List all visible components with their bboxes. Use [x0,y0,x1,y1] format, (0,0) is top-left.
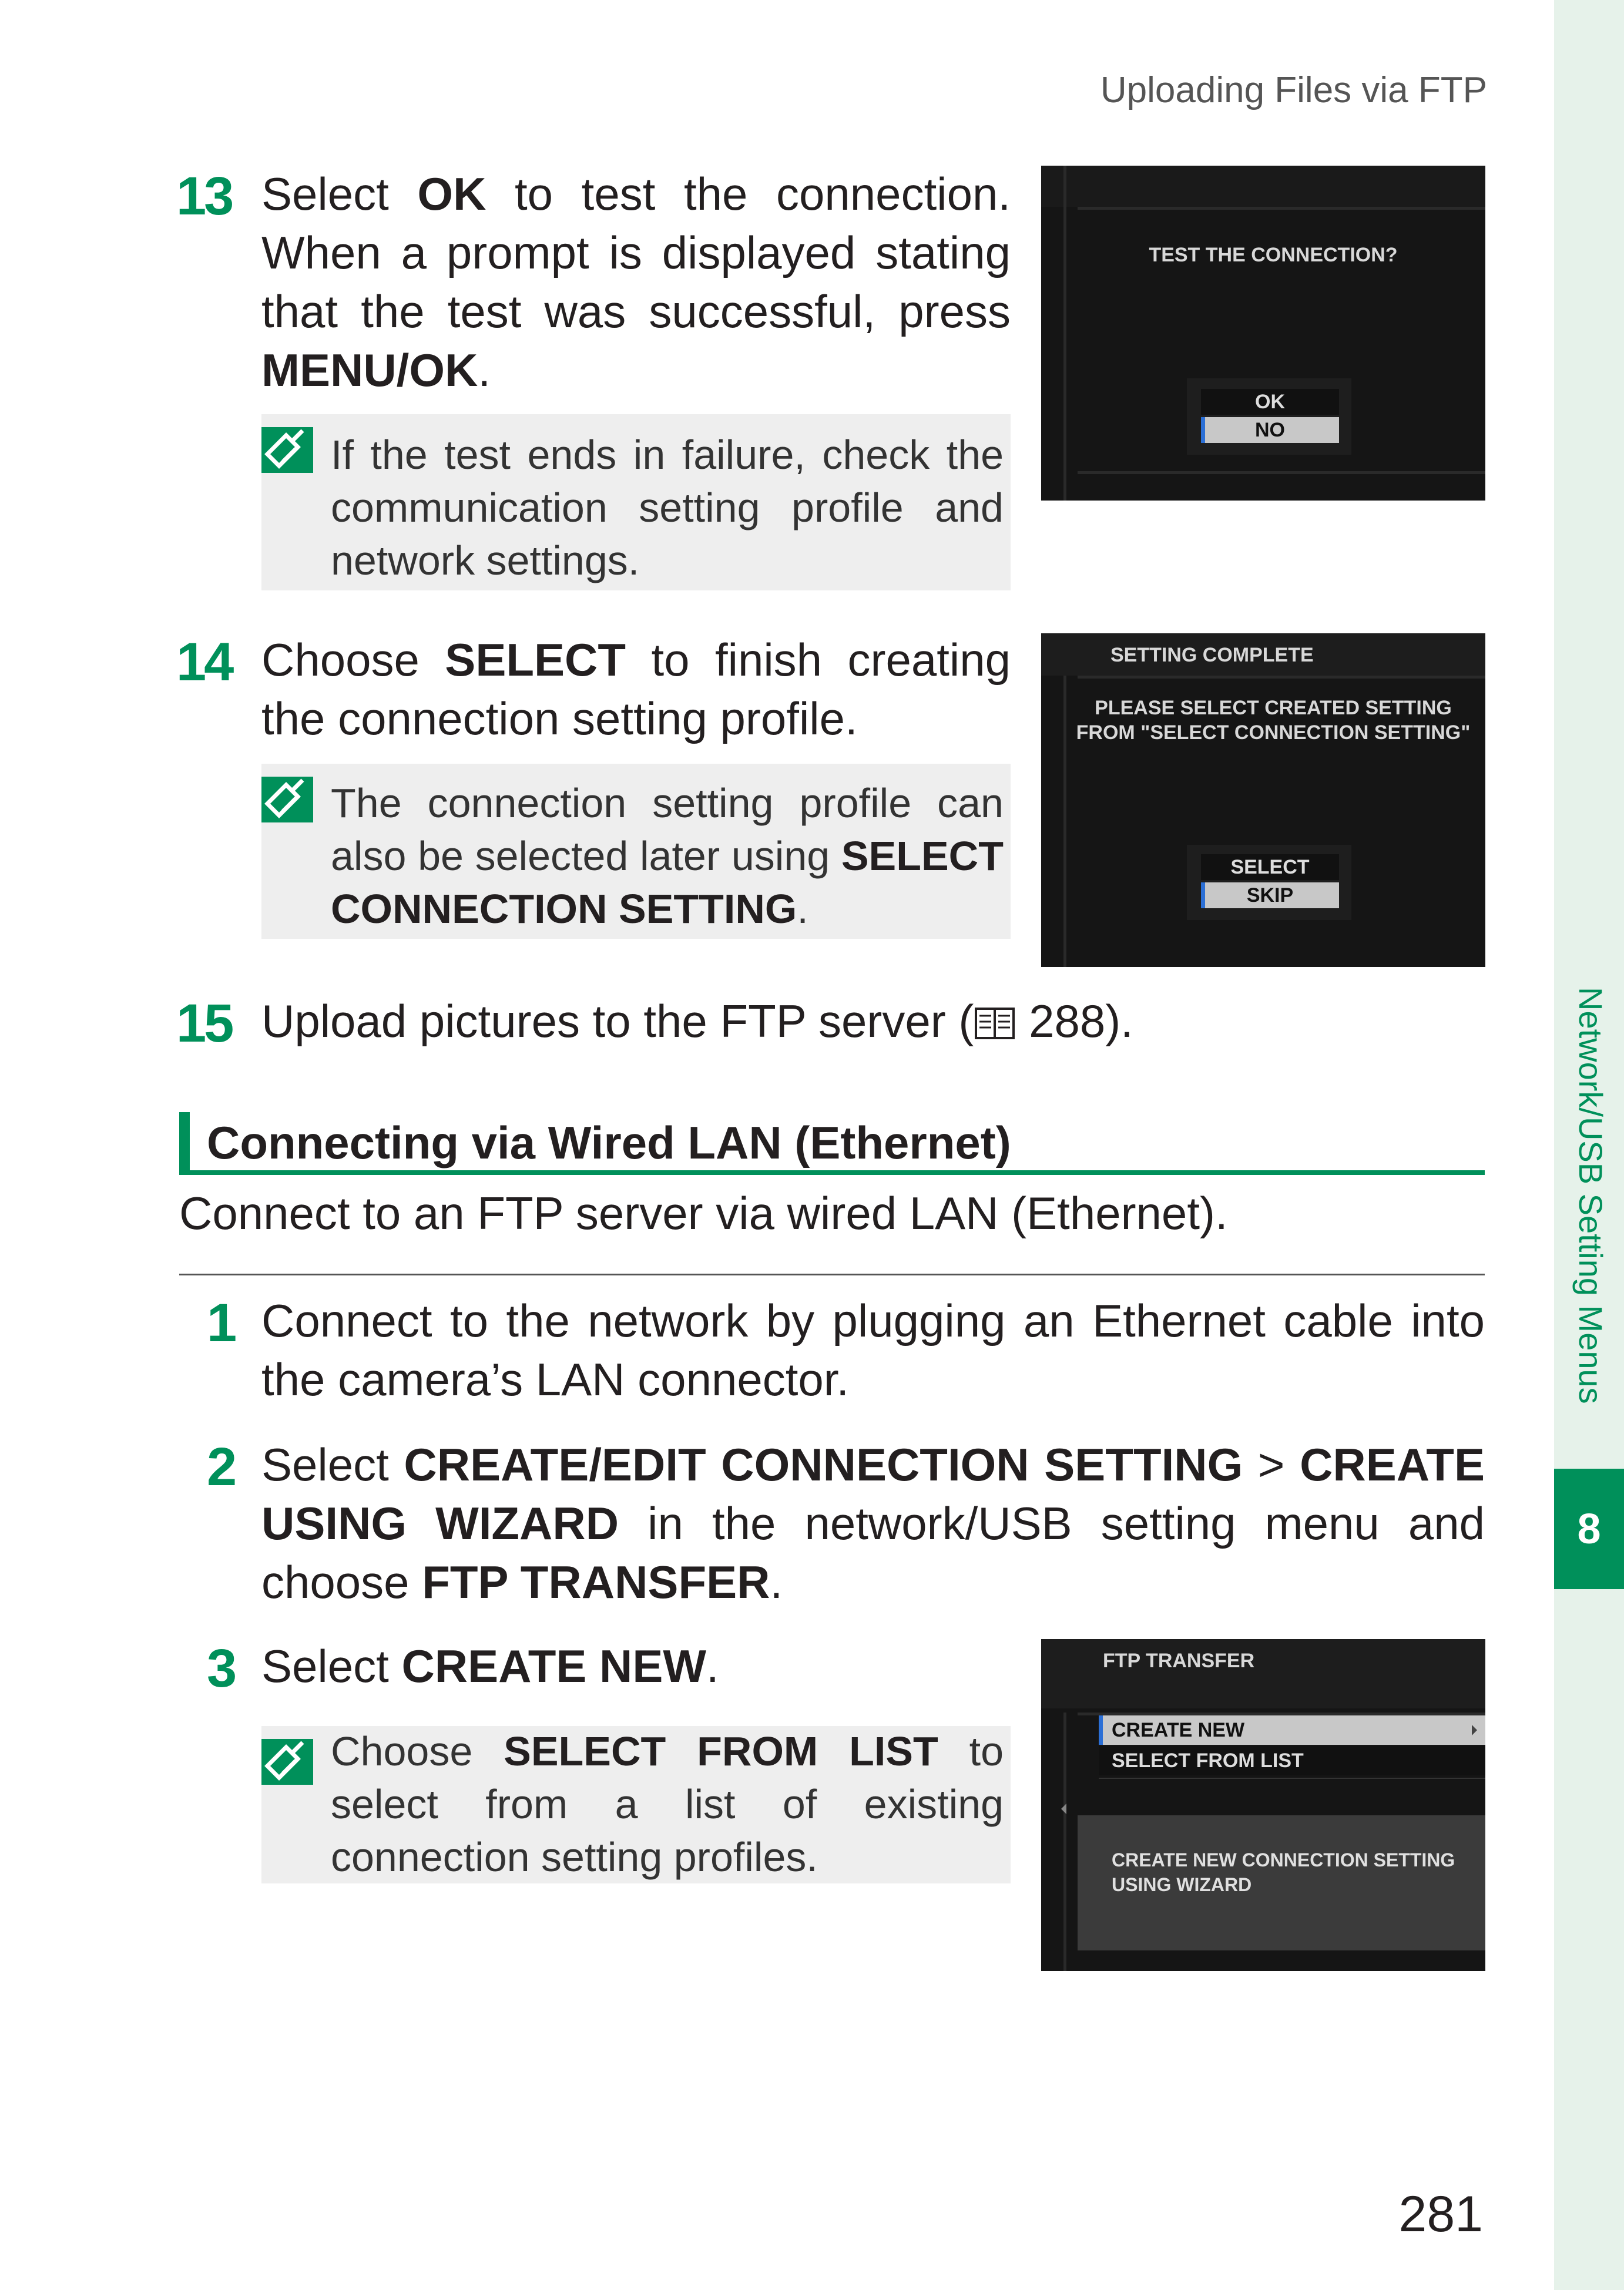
page-number: 281 [1398,2186,1484,2242]
screen-title: TEST THE CONNECTION? [1149,244,1398,266]
note-box: If the test ends in failure, check the c… [261,414,1011,590]
running-header: Uploading Files via FTP [1100,70,1487,110]
book-reference-icon [975,1008,1015,1039]
page-reference-link[interactable]: 288 [1029,995,1105,1047]
section-heading: Connecting via Wired LAN (Ethernet) [207,1117,1011,1168]
sidebar-section-label: Network/USB Setting Menus [1572,987,1609,1404]
right-arrow-icon [1472,1725,1477,1735]
screen-header: SETTING COMPLETE [1110,644,1314,666]
divider [179,1274,1485,1275]
step-number: 1 [207,1293,237,1353]
left-arrow-icon [1061,1804,1066,1814]
note-box: The connection setting profile can also … [261,764,1011,939]
pencil-note-icon [261,427,313,473]
option-select[interactable]: SELECT [1201,854,1339,880]
camera-screen-ftp-transfer: FTP TRANSFER CREATE NEW SELECT FROM LIST… [1041,1639,1485,1971]
menu-item-create-new[interactable]: CREATE NEW [1099,1715,1485,1745]
step-1-text: Connect to the network by plugging an Et… [261,1295,1485,1405]
note-box: Choose SELECT FROM LIST to select from a… [261,1726,1011,1883]
screen-message-line-2: FROM "SELECT CONNECTION SETTING" [1076,721,1471,744]
step-14-text: Choose SELECT to finish creating the con… [261,634,1011,744]
section-rule [179,1170,1485,1175]
option-no[interactable]: NO [1201,417,1339,443]
pencil-note-icon [261,777,313,822]
help-panel: CREATE NEW CONNECTION SETTING USING WIZA… [1078,1815,1485,1950]
option-ok[interactable]: OK [1201,389,1339,415]
step-3-text: Select CREATE NEW. [261,1640,719,1692]
step-number: 3 [207,1638,237,1698]
menu-item-select-from-list[interactable]: SELECT FROM LIST [1099,1746,1485,1775]
step-number: 15 [176,993,234,1053]
section-intro: Connect to an FTP server via wired LAN (… [179,1187,1228,1239]
note-text: If the test ends in failure, check the c… [331,432,1004,583]
note-text: Choose SELECT FROM LIST to select from a… [331,1728,1004,1880]
step-15-text: Upload pictures to the FTP server ( 288)… [261,995,1133,1047]
help-line-1: CREATE NEW CONNECTION SETTING [1112,1849,1455,1871]
camera-screen-complete: SETTING COMPLETE PLEASE SELECT CREATED S… [1041,633,1485,967]
help-line-2: USING WIZARD [1112,1874,1252,1895]
option-skip[interactable]: SKIP [1201,882,1339,908]
pencil-note-icon [261,1739,313,1785]
chapter-tab: 8 [1554,1469,1624,1589]
note-text: The connection setting profile can also … [331,780,1004,932]
screen-header: FTP TRANSFER [1103,1650,1255,1672]
step-number: 2 [207,1437,237,1497]
step-13-text: Select OK to test the connection. When a… [261,168,1011,396]
section-heading-bar [179,1112,190,1174]
screen-message-line-1: PLEASE SELECT CREATED SETTING [1095,697,1452,719]
step-number: 13 [176,166,234,226]
step-2-text: Select CREATE/EDIT CONNECTION SETTING > … [261,1439,1485,1608]
step-number: 14 [176,632,234,692]
camera-screen-test: TEST THE CONNECTION? OK NO [1041,166,1485,501]
